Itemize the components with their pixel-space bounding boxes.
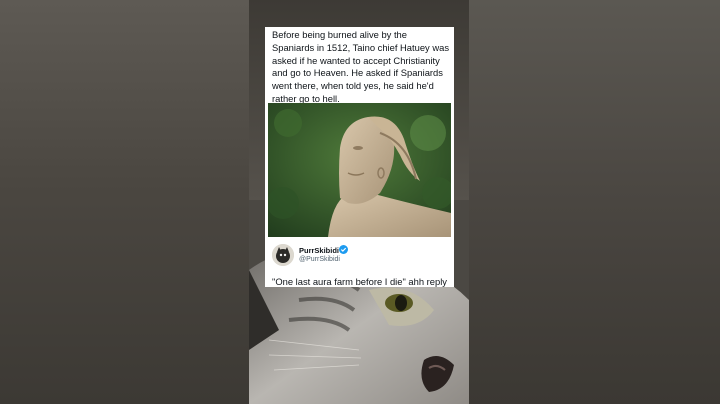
avatar[interactable]: [272, 244, 294, 266]
blurred-background-left: [0, 0, 249, 404]
tweet-card: Before being burned alive by the Spaniar…: [265, 27, 454, 287]
tweet-caption: Before being burned alive by the Spaniar…: [272, 29, 450, 104]
author-name[interactable]: PurrSkibidi: [299, 246, 339, 255]
blurred-background-right: [469, 0, 720, 404]
verified-badge-icon: [339, 245, 348, 254]
author-handle[interactable]: @PurrSkibidi: [299, 256, 340, 263]
reply-text: "One last aura farm before I die" ahh re…: [272, 276, 447, 287]
tweet-author[interactable]: PurrSkibidi @PurrSkibidi: [272, 244, 450, 268]
statue-image: [268, 103, 451, 237]
statue-photo[interactable]: [268, 103, 451, 237]
